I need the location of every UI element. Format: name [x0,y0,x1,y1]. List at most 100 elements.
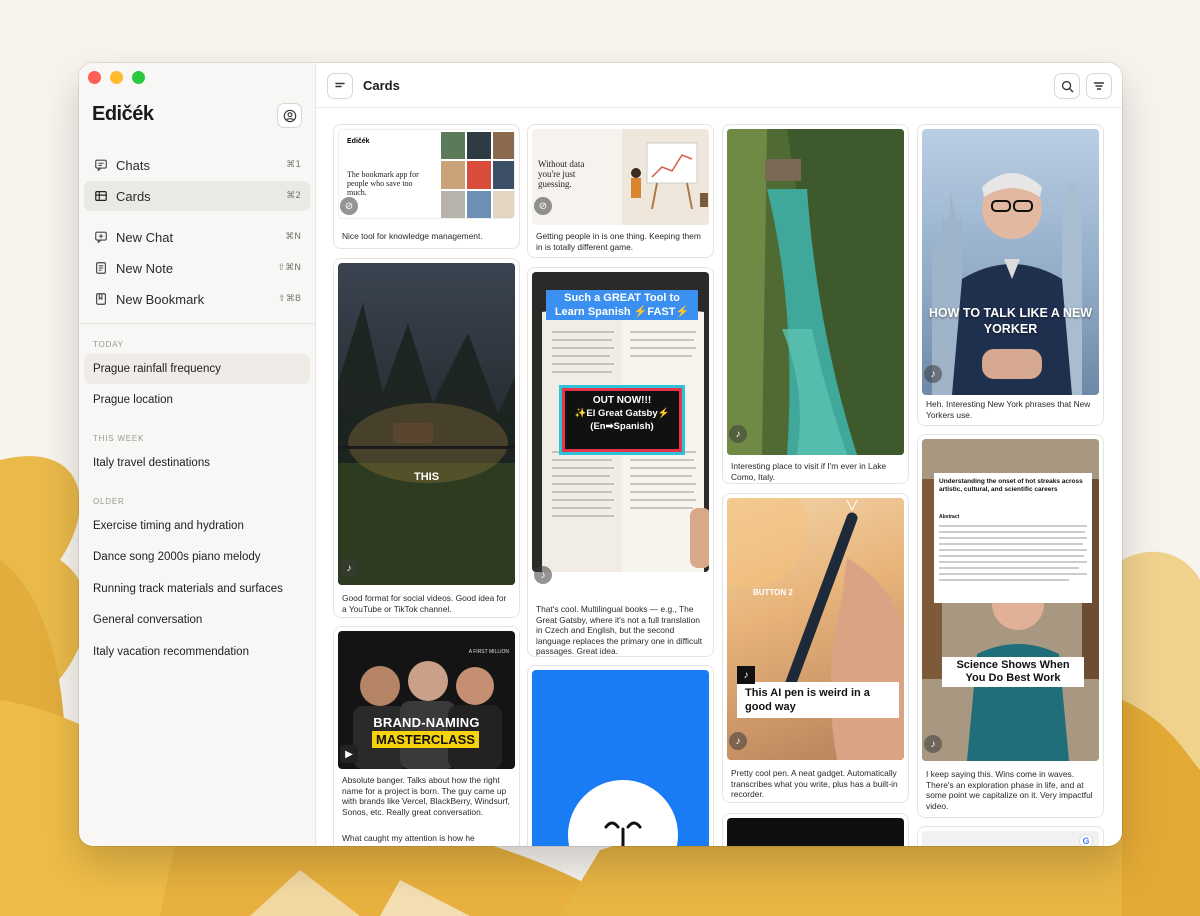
thumb-illustration [727,129,904,455]
card[interactable]: HOW TO TALK LIKE A NEW YORKER ♪ Heh. Int… [917,124,1104,426]
callout-line3: (En➡Spanish) [590,421,654,432]
thumb-logo: Edičék [347,138,370,145]
chat-icon [93,158,108,173]
page-title: Cards [363,78,400,93]
history-item[interactable]: Running track materials and surfaces [84,574,310,604]
link-icon: ⊘ [340,197,358,215]
minimize-window-button[interactable] [110,71,123,84]
card[interactable]: Without data you're just guessing. ⊘ Get… [527,124,714,258]
history-item[interactable]: General conversation [84,605,310,635]
thumb-illustration [727,498,904,760]
new-chat-icon [93,230,108,245]
card-thumbnail: THIS [338,263,515,585]
card-thumbnail [727,818,904,846]
nav-item-chats[interactable]: Chats ⌘1 [84,150,310,180]
filter-button[interactable] [1086,73,1112,99]
card[interactable]: A FIRST MILLION BRAND-NAMING MASTERCLASS… [333,626,520,846]
card-note-continued: What caught my attention is how he [342,833,475,843]
paper-text-lines [939,525,1087,581]
thumb-banner: Such a GREAT Tool to Learn Spanish ⚡FAST… [546,290,698,320]
thumb-overlay-text: THIS [413,471,440,483]
cards-icon [93,189,108,204]
card-thumbnail: G [922,831,1099,846]
card-note: That's cool. Multilingual books — e.g., … [536,604,703,656]
thumb-paper: Understanding the onset of hot streaks a… [934,473,1092,603]
youtube-icon: ▶ [340,745,358,763]
new-bookmark-button[interactable]: New Bookmark ⇧⌘B [84,284,310,314]
card[interactable]: THIS ♪ Good format for social videos. Go… [333,258,520,618]
card-thumbnail: A FIRST MILLION BRAND-NAMING MASTERCLASS [338,631,515,769]
nav-item-cards[interactable]: Cards ⌘2 [84,181,310,211]
card[interactable]: Understanding the onset of hot streaks a… [917,434,1104,818]
card[interactable] [527,665,714,846]
card-thumbnail: Understanding the onset of hot streaks a… [922,439,1099,761]
app-logo-icon [568,780,678,846]
history-item[interactable]: Italy travel destinations [84,448,310,478]
link-icon: ⊘ [534,197,552,215]
tiktok-icon: ♪ [737,666,755,684]
sidebar: Edičék Chats ⌘1 Cards ⌘2 New Chat ⌘N New… [79,63,316,846]
thumb-caption: This AI pen is weird in a good way [737,682,899,718]
thumb-callout-box: OUT NOW!!! ✨El Great Gatsby⚡ (En➡Spanish… [559,385,685,455]
cards-grid: Edičék The bookmark app for people who s… [333,124,1105,846]
tiktok-icon: ♪ [534,566,552,584]
thumb-headline: The bookmark app for people who save too… [347,170,419,197]
tiktok-icon: ♪ [924,365,942,383]
card-note: Nice tool for knowledge management. [342,231,483,241]
tiktok-icon: ♪ [729,732,747,750]
thumb-title-line1: BRAND-NAMING [373,715,480,730]
thumb-collage [439,130,514,218]
sidebar-toggle-button[interactable] [327,73,353,99]
thumb-overlay-text: Science Shows When You Do Best Work [942,657,1084,687]
app-window: Edičék Chats ⌘1 Cards ⌘2 New Chat ⌘N New… [79,63,1122,846]
card[interactable]: G [917,826,1104,846]
nav-item-label: Cards [116,188,151,204]
callout-line1: OUT NOW!!! [592,395,652,406]
action-label: New Bookmark [116,291,205,307]
shortcut-hint: ⌘2 [286,191,301,201]
sidebar-divider [79,323,316,324]
card[interactable]: BUTTON 2 This AI pen is weird in a good … [722,493,909,803]
thumb-illustration [932,173,1082,395]
zoom-window-button[interactable] [132,71,145,84]
new-chat-button[interactable]: New Chat ⌘N [84,222,310,252]
card[interactable] [722,813,909,846]
quick-actions: New Chat ⌘N New Note ⇧⌘N New Bookmark ⇧⌘… [84,222,310,315]
user-circle-icon [283,109,296,122]
thumb-illustration [622,129,709,225]
window-controls [88,71,145,84]
card-thumbnail: HOW TO TALK LIKE A NEW YORKER [922,129,1099,395]
tiktok-icon: ♪ [924,735,942,753]
sidebar-toggle-icon [335,82,345,88]
search-button[interactable] [1054,73,1080,99]
card-note: Good format for social videos. Good idea… [342,593,507,614]
history-item[interactable]: Prague location [84,385,310,415]
app-logo: Edičék [92,103,154,125]
card-note: Getting people in is one thing. Keeping … [536,231,701,252]
new-bookmark-icon [93,292,108,307]
new-note-button[interactable]: New Note ⇧⌘N [84,253,310,283]
thumb-title-line2: MASTERCLASS [372,731,479,748]
new-note-icon [93,261,108,276]
account-button[interactable] [277,103,302,128]
card[interactable]: Such a GREAT Tool to Learn Spanish ⚡FAST… [527,267,714,657]
section-heading-this-week: THIS WEEK [93,434,145,443]
card-thumbnail: BUTTON 2 This AI pen is weird in a good … [727,498,904,760]
action-label: New Chat [116,229,174,245]
card-thumbnail: Such a GREAT Tool to Learn Spanish ⚡FAST… [532,272,709,572]
history-item[interactable]: Dance song 2000s piano melody [84,542,310,572]
action-label: New Note [116,260,174,276]
thumb-overlay-text: HOW TO TALK LIKE A NEW YORKER [928,306,1093,336]
card[interactable]: Edičék The bookmark app for people who s… [333,124,520,249]
close-window-button[interactable] [88,71,101,84]
shortcut-hint: ⌘N [285,232,301,242]
history-item[interactable]: Prague rainfall frequency [84,354,310,384]
card-thumbnail: Edičék The bookmark app for people who s… [338,129,515,219]
card[interactable]: ♪ Interesting place to visit if I'm ever… [722,124,909,484]
section-heading-older: OLDER [93,497,125,506]
thumb-headline: Without data you're just guessing. [538,159,585,189]
history-item[interactable]: Exercise timing and hydration [84,511,310,541]
thumb-label: BUTTON 2 [753,588,793,597]
history-item[interactable]: Italy vacation recommendation [84,637,310,667]
tiktok-icon: ♪ [729,425,747,443]
